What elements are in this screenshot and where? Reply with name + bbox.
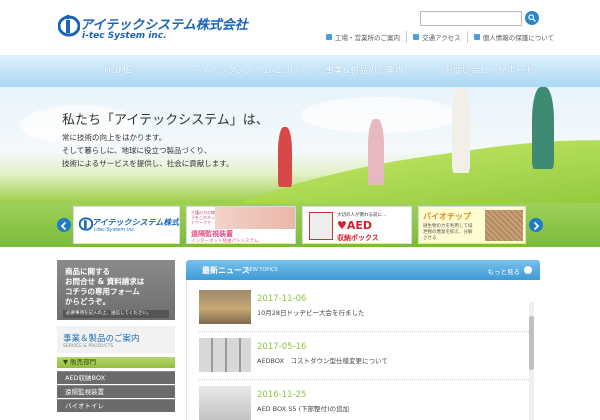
news-list: 2017-11-06 10月28日ドッヂビー大会を行ました 2017-05-16… xyxy=(186,280,540,420)
news-thumbnail xyxy=(199,386,251,420)
sidebar-item-aed-box[interactable]: AED収納BOX xyxy=(57,371,175,384)
carousel-next-button[interactable] xyxy=(529,218,543,232)
contact-line: からどうぞ。 xyxy=(65,297,110,306)
biochip-image xyxy=(485,210,523,241)
news-scrollbar[interactable] xyxy=(529,302,534,420)
company-logo[interactable]: アイテックシステム株式会社 i-tec System inc. xyxy=(58,12,248,42)
chevron-right-icon xyxy=(533,221,540,231)
news-header: 最新ニュース NEW TOPICS もっと見る xyxy=(186,260,540,280)
banner-aed-box[interactable]: 大切の人が倒れる前に… ♥AED 収納ボックス xyxy=(302,206,412,244)
banner-carousel: アイテックシステム株式会社 i-tec System inc. 介護の方の様子を… xyxy=(0,203,600,247)
hero-line: 技術によるサービスを提供し、社会に貢献します。 xyxy=(62,159,234,168)
hero-banner: 私たち「アイテックシステム」は、 常に技術の向上をはかります。 そして暮らしに、… xyxy=(0,87,600,203)
news-date: 2017-05-16 xyxy=(257,342,307,352)
logo-en-text: i-tec System inc. xyxy=(82,31,167,41)
banner-caption: インターネット経由パトシステム xyxy=(191,239,259,244)
hero-line: 常に技術の向上をはかります。 xyxy=(62,133,167,142)
utility-nav: 工場・営業所のご案内 交通アクセス 個人情報の保護について xyxy=(326,31,560,43)
news-panel: 最新ニュース NEW TOPICS もっと見る 2017-11-06 10月28… xyxy=(186,260,540,420)
carousel-prev-button[interactable] xyxy=(57,218,71,232)
sidebar-item-remote-monitor[interactable]: 遠隔監視装置 xyxy=(57,385,175,398)
news-item[interactable]: 2017-05-16 AEDBOX コストダウン型仕様変更について xyxy=(199,332,529,380)
hero-line: そして暮らしに、地球に役立つ製品づくり、 xyxy=(62,146,212,155)
search-icon xyxy=(528,14,536,22)
contact-note: 必要事項を記入の上、送信してください。 xyxy=(63,310,169,318)
news-text[interactable]: AED BOX S5 (下部整付)の追加 xyxy=(257,403,349,413)
nav-about[interactable]: アイテックシステムについて xyxy=(192,55,308,87)
news-thumbnail xyxy=(199,338,251,372)
lock-icon xyxy=(473,34,480,40)
util-label: 工場・営業所のご案内 xyxy=(335,34,400,42)
news-subtitle: NEW TOPICS xyxy=(246,267,278,273)
sidebar-item-bio-toilet[interactable]: バイオトイレ xyxy=(57,399,175,412)
nav-products[interactable]: 事業&製品のご案内 xyxy=(325,55,404,87)
banner-logo-en: i-tec System inc. xyxy=(94,227,136,233)
util-link-offices[interactable]: 工場・営業所のご案内 xyxy=(326,31,406,43)
contact-form-banner[interactable]: 商品に関する お問合せ & 資料請求は コチラの専用フォーム からどうぞ。 必要… xyxy=(57,260,175,320)
news-more-link[interactable]: もっと見る xyxy=(488,266,521,276)
banner-photo xyxy=(215,207,295,229)
chevron-left-icon xyxy=(60,221,67,231)
building-icon xyxy=(326,34,332,40)
news-text[interactable]: AEDBOX コストダウン型仕様変更について xyxy=(257,355,388,365)
news-item[interactable]: 2017-11-06 10月28日ドッヂビー大会を行ました xyxy=(199,284,529,332)
nav-contact[interactable]: お問い合せ・サポート xyxy=(444,55,534,87)
adult-figure xyxy=(452,87,470,173)
hero-title: 私たち「アイテックシステム」は、 xyxy=(62,113,269,128)
news-scrollbar-thumb[interactable] xyxy=(529,316,534,370)
search-button[interactable] xyxy=(525,11,539,25)
banner-text: 微生物の力を利用して排泄物の悪臭を抑え、分解させる xyxy=(423,224,473,241)
logo-mark-icon xyxy=(58,14,80,37)
child-figure xyxy=(278,127,292,187)
adult-figure xyxy=(532,87,554,169)
banner-remote-monitor[interactable]: 介護の方の様子をこのネットワークで 遠隔監視装置 インターネット経由パトシステム xyxy=(186,206,296,244)
sidebar: 商品に関する お問合せ & 資料請求は コチラの専用フォーム からどうぞ。 必要… xyxy=(57,260,175,420)
child-figure xyxy=(368,119,384,185)
util-label: 個人情報の保護について xyxy=(482,34,554,42)
header: アイテックシステム株式会社 i-tec System inc. 工場・営業所のご… xyxy=(0,0,600,52)
news-date: 2016-11-25 xyxy=(257,390,307,400)
util-label: 交通アクセス xyxy=(422,34,461,42)
news-thumbnail xyxy=(199,290,251,324)
nav-home[interactable]: HOME xyxy=(104,55,131,87)
hero-text: 常に技術の向上をはかります。 そして暮らしに、地球に役立つ製品づくり、 技術によ… xyxy=(62,131,234,170)
news-title: 最新ニュース xyxy=(202,266,250,275)
aed-cabinet-image xyxy=(309,212,333,240)
news-item[interactable]: 2016-11-25 AED BOX S5 (下部整付)の追加 xyxy=(199,380,529,420)
sidebar-category-sales[interactable]: ▼ 販売部門 xyxy=(57,357,175,368)
products-heading-jp: 事業＆製品のご案内 xyxy=(63,334,140,344)
products-heading: 事業＆製品のご案内 SERVICE & PRODUCTS xyxy=(57,326,175,353)
news-text[interactable]: 10月28日ドッヂビー大会を行ました xyxy=(257,307,365,317)
util-link-privacy[interactable]: 個人情報の保護について xyxy=(466,31,560,43)
banner-subtext: 介護の方の様子をこのネットワークで xyxy=(191,210,215,225)
util-link-access[interactable]: 交通アクセス xyxy=(406,31,467,43)
banner-biochip[interactable]: バイオチップ 微生物の力を利用して排泄物の悪臭を抑え、分解させる xyxy=(418,206,526,244)
banner-title: バイオチップ xyxy=(423,212,471,221)
products-heading-en: SERVICE & PRODUCTS xyxy=(63,344,114,349)
news-date: 2017-11-06 xyxy=(257,294,307,304)
map-icon xyxy=(413,34,419,40)
global-nav: HOME アイテックシステムについて 事業&製品のご案内 お問い合せ・サポート xyxy=(0,55,600,87)
search-input[interactable] xyxy=(420,11,522,26)
banner-subtitle: 収納ボックス xyxy=(337,234,379,242)
arrow-right-icon[interactable] xyxy=(524,266,532,274)
logo-mark-icon xyxy=(79,217,93,231)
banner-title: ♥AED xyxy=(337,219,373,232)
banner-lead: 大切の人が倒れる前に… xyxy=(337,213,387,218)
banner-company[interactable]: アイテックシステム株式会社 i-tec System inc. xyxy=(73,206,180,244)
